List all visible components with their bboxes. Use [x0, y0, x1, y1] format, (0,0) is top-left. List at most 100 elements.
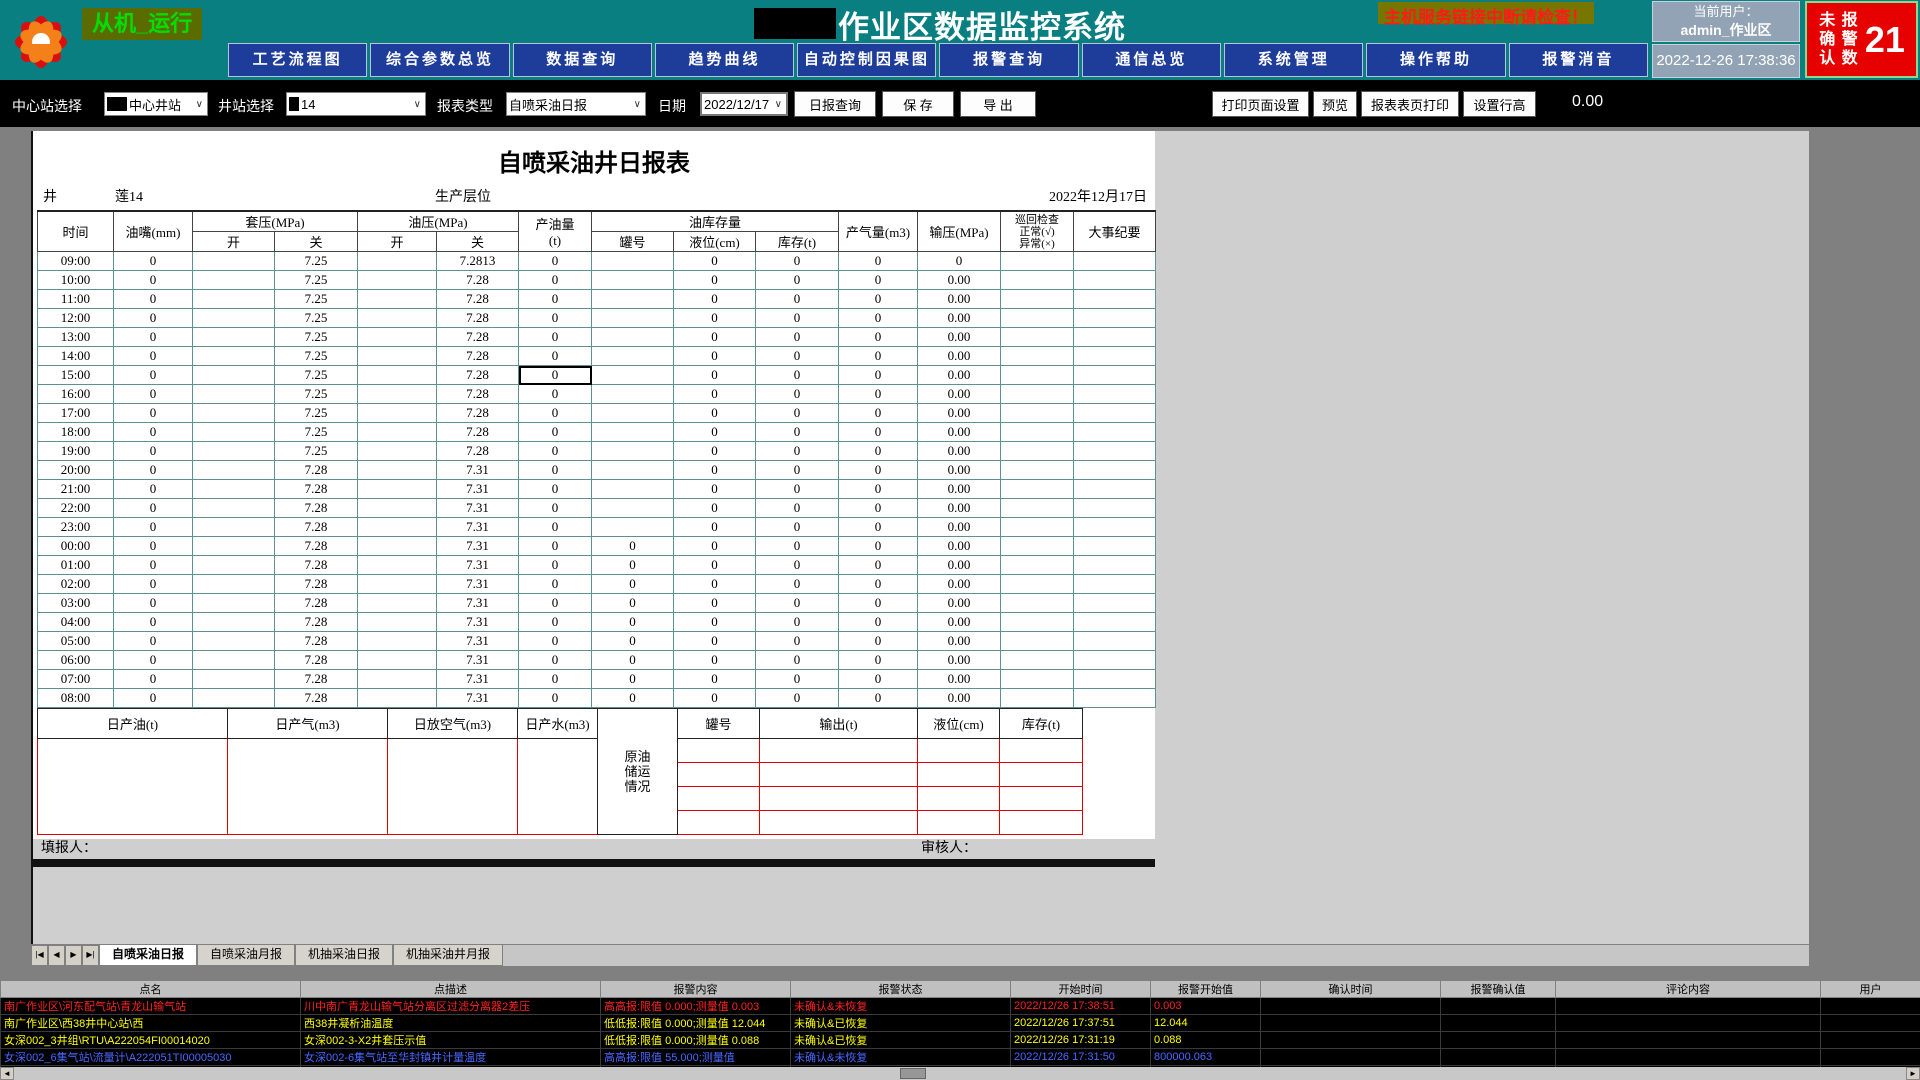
report-cell[interactable]: 0 — [114, 461, 193, 480]
report-cell[interactable] — [193, 499, 275, 518]
report-cell[interactable]: 7.25 — [275, 366, 358, 385]
report-cell[interactable]: 22:00 — [38, 499, 114, 518]
tank-value-cell[interactable] — [1000, 787, 1083, 811]
report-cell[interactable]: 7.25 — [275, 423, 358, 442]
report-cell[interactable] — [592, 271, 674, 290]
report-cell[interactable] — [193, 613, 275, 632]
report-cell[interactable]: 7.25 — [275, 385, 358, 404]
report-cell[interactable]: 7.28 — [437, 309, 519, 328]
menu-button-3[interactable]: 趋势曲线 — [655, 43, 794, 77]
tank-value-cell[interactable] — [678, 811, 760, 835]
menu-button-9[interactable]: 报警消音 — [1509, 43, 1648, 77]
report-cell[interactable]: 7.28 — [275, 689, 358, 708]
report-cell[interactable] — [1001, 632, 1074, 651]
report-cell[interactable]: 0 — [114, 632, 193, 651]
report-cell[interactable] — [193, 651, 275, 670]
report-cell[interactable]: 0 — [839, 366, 918, 385]
report-cell[interactable]: 0 — [839, 290, 918, 309]
station-select[interactable]: 中心井站 ∨ — [104, 92, 208, 116]
report-cell[interactable]: 0 — [114, 575, 193, 594]
alarm-row[interactable]: 南广作业区\河东配气站\青龙山输气站川中南广青龙山输气站分离区过滤分离器2差压高… — [1, 998, 1920, 1015]
report-cell[interactable]: 0 — [114, 613, 193, 632]
report-cell[interactable]: 0 — [519, 328, 592, 347]
report-cell[interactable] — [193, 480, 275, 499]
report-cell[interactable] — [1001, 385, 1074, 404]
report-cell[interactable]: 0.00 — [918, 290, 1001, 309]
report-cell[interactable] — [1001, 613, 1074, 632]
report-cell[interactable]: 7.28 — [275, 480, 358, 499]
report-cell[interactable]: 0 — [592, 556, 674, 575]
report-cell[interactable] — [193, 518, 275, 537]
report-cell[interactable]: 0 — [756, 575, 839, 594]
report-cell[interactable]: 7.28 — [275, 651, 358, 670]
report-cell[interactable] — [193, 328, 275, 347]
print-page-setup-button[interactable]: 打印页面设置 — [1212, 91, 1309, 117]
report-cell[interactable]: 7.28 — [275, 632, 358, 651]
sheet-tab-0[interactable]: 自喷采油日报 — [99, 945, 197, 966]
report-cell[interactable] — [1001, 518, 1074, 537]
report-cell[interactable] — [1074, 271, 1156, 290]
report-cell[interactable] — [1074, 499, 1156, 518]
report-cell[interactable]: 7.25 — [275, 347, 358, 366]
report-cell[interactable]: 0 — [592, 632, 674, 651]
report-cell[interactable] — [358, 480, 437, 499]
report-cell[interactable]: 0 — [839, 480, 918, 499]
report-cell[interactable]: 0 — [592, 613, 674, 632]
report-cell[interactable]: 7.28 — [437, 271, 519, 290]
report-cell[interactable]: 0 — [592, 537, 674, 556]
report-cell[interactable]: 0 — [839, 575, 918, 594]
report-cell[interactable] — [1001, 480, 1074, 499]
alarm-col-header-9[interactable]: 用户 — [1821, 981, 1920, 998]
menu-button-7[interactable]: 系统管理 — [1224, 43, 1363, 77]
report-cell[interactable] — [1074, 632, 1156, 651]
report-cell[interactable]: 0.00 — [918, 366, 1001, 385]
scroll-right-arrow-icon[interactable]: ► — [1906, 1067, 1920, 1080]
report-cell[interactable]: 0 — [519, 689, 592, 708]
report-cell[interactable] — [358, 689, 437, 708]
unacked-alarm-counter[interactable]: 未确认 报警数 21 — [1805, 1, 1918, 78]
report-cell[interactable]: 0 — [756, 385, 839, 404]
report-cell[interactable]: 0 — [674, 651, 756, 670]
report-cell[interactable]: 0.00 — [918, 651, 1001, 670]
report-cell[interactable] — [592, 480, 674, 499]
report-cell[interactable] — [358, 651, 437, 670]
report-cell[interactable]: 0 — [756, 423, 839, 442]
report-cell[interactable] — [193, 347, 275, 366]
report-cell[interactable]: 0 — [592, 575, 674, 594]
alarm-col-header-3[interactable]: 报警状态 — [791, 981, 1011, 998]
report-cell[interactable]: 0.00 — [918, 423, 1001, 442]
report-cell[interactable]: 00:00 — [38, 537, 114, 556]
report-cell[interactable] — [1074, 651, 1156, 670]
menu-button-0[interactable]: 工艺流程图 — [228, 43, 367, 77]
well-select[interactable]: 14 ∨ — [286, 92, 426, 116]
report-cell[interactable]: 0 — [839, 404, 918, 423]
report-cell[interactable]: 0 — [519, 252, 592, 271]
report-cell[interactable]: 0 — [674, 556, 756, 575]
report-cell[interactable]: 0 — [519, 290, 592, 309]
report-cell[interactable]: 7.28 — [275, 537, 358, 556]
report-cell[interactable]: 0 — [839, 651, 918, 670]
report-cell[interactable] — [1074, 328, 1156, 347]
report-cell[interactable]: 0 — [674, 670, 756, 689]
report-cell[interactable] — [193, 252, 275, 271]
alarm-col-header-0[interactable]: 点名 — [1, 981, 301, 998]
report-cell[interactable] — [193, 404, 275, 423]
report-cell[interactable] — [1001, 499, 1074, 518]
tank-value-cell[interactable] — [678, 739, 760, 763]
report-cell[interactable]: 0 — [674, 290, 756, 309]
summary-value-cell[interactable] — [518, 739, 598, 835]
report-cell[interactable] — [358, 461, 437, 480]
report-cell[interactable]: 05:00 — [38, 632, 114, 651]
report-cell[interactable]: 7.25 — [275, 328, 358, 347]
report-cell[interactable]: 0 — [674, 385, 756, 404]
sheet-tab-2[interactable]: 机抽采油日报 — [295, 945, 393, 966]
tank-value-cell[interactable] — [760, 739, 918, 763]
scrollbar-thumb[interactable] — [900, 1068, 926, 1079]
report-cell[interactable]: 0 — [114, 499, 193, 518]
report-cell[interactable]: 7.28 — [437, 347, 519, 366]
report-cell[interactable]: 0 — [519, 651, 592, 670]
report-cell[interactable] — [358, 290, 437, 309]
report-cell[interactable]: 0 — [839, 556, 918, 575]
export-button[interactable]: 导 出 — [960, 91, 1036, 117]
tank-value-cell[interactable] — [678, 763, 760, 787]
